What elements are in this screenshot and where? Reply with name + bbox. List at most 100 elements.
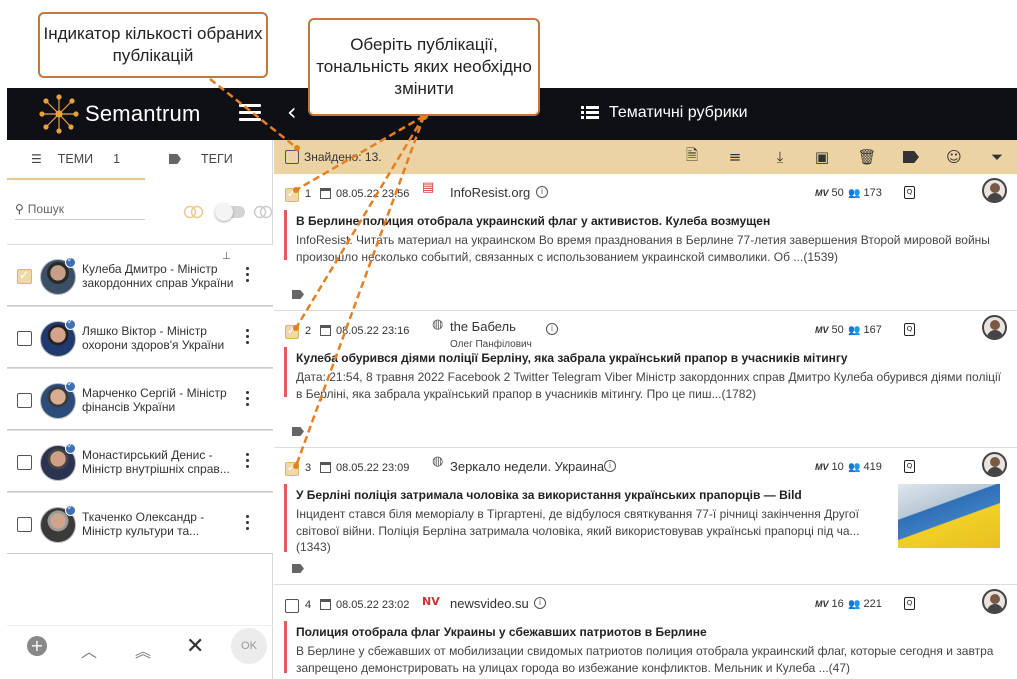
chevron-left-icon[interactable]: ‹ bbox=[287, 98, 297, 126]
topic-checkbox[interactable] bbox=[17, 517, 32, 532]
publication-date: 08.05.22 23:16 bbox=[336, 325, 410, 337]
more-icon[interactable] bbox=[243, 267, 251, 285]
calendar-icon bbox=[320, 599, 331, 610]
publications-panel: Знайдено: 13. 🗎 ≡ ⤓ ▣ 🗑 ☺ ⏷ 1 08.05.22 2… bbox=[274, 140, 1017, 679]
save-icon[interactable]: ▣ bbox=[812, 147, 832, 167]
topic-item[interactable]: Ляшко Віктор - Міністр охорони здоров'я … bbox=[7, 306, 273, 368]
add-icon[interactable]: + bbox=[27, 636, 47, 656]
source-name[interactable]: InfoResist.org bbox=[450, 185, 530, 200]
sentiment-bar bbox=[284, 484, 287, 552]
source-name[interactable]: newsvideo.su bbox=[450, 596, 529, 611]
publication-title[interactable]: У Берліні поліція затримала чоловіка за … bbox=[296, 488, 802, 502]
topic-item[interactable]: Ткаченко Олександр - Міністр культури та… bbox=[7, 492, 273, 554]
audience-value: 👥 419 bbox=[848, 461, 882, 473]
publication-card[interactable]: 4 08.05.22 23:02 NV newsvideo.su i MV 16 … bbox=[274, 585, 1017, 679]
publication-card[interactable]: 3 08.05.22 23:09 ◍ Зеркало недели. Украи… bbox=[274, 448, 1017, 585]
more-icon[interactable] bbox=[243, 515, 251, 533]
topics-actions: + ︿ ︽ ✕ OK bbox=[7, 625, 273, 679]
publication-author: Олег Панфілович bbox=[450, 339, 532, 350]
left-tabs: ☰ ТЕМИ 1 ТЕГИ bbox=[7, 140, 273, 180]
topic-checkbox[interactable] bbox=[17, 331, 32, 346]
publication-card[interactable]: 2 08.05.22 23:16 ◍ the Бабель Олег Панфі… bbox=[274, 311, 1017, 448]
publication-checkbox[interactable] bbox=[285, 461, 299, 476]
topic-item[interactable]: Монастирський Денис - Міністр внутрішніх… bbox=[7, 430, 273, 492]
tag-icon[interactable] bbox=[292, 564, 304, 573]
publication-title[interactable]: Полиция отобрала флаг Украины у сбежавши… bbox=[296, 625, 707, 639]
sentiment-avatar[interactable] bbox=[982, 178, 1007, 203]
pin-icon[interactable]: ⊥ bbox=[222, 251, 231, 262]
hamburger-icon[interactable] bbox=[239, 104, 261, 122]
move-up-icon[interactable]: ︿ bbox=[81, 638, 97, 662]
publication-title[interactable]: В Берлине полиция отобрала украинский фл… bbox=[296, 214, 770, 228]
tag-icon[interactable] bbox=[292, 427, 304, 436]
mv-value: MV 50 bbox=[815, 187, 844, 199]
more-icon[interactable] bbox=[243, 329, 251, 347]
audience-value: 👥 173 bbox=[848, 187, 882, 199]
more-icon[interactable] bbox=[243, 391, 251, 409]
tag-icon[interactable] bbox=[292, 290, 304, 299]
mv-value: MV 10 bbox=[815, 461, 844, 473]
topic-name: Марченко Сергій - Міністр фінансів Украї… bbox=[82, 385, 227, 415]
close-icon[interactable]: ✕ bbox=[186, 634, 204, 659]
tab-topics-label: ТЕМИ bbox=[57, 152, 94, 166]
sentiment-avatar[interactable] bbox=[982, 452, 1007, 477]
sentiment-avatar[interactable] bbox=[982, 589, 1007, 614]
select-all-checkbox[interactable] bbox=[285, 150, 299, 164]
publication-title[interactable]: Кулеба обурився діями поліції Берліну, я… bbox=[296, 351, 848, 365]
publication-text: Дата: 21:54, 8 травня 2022 Facebook 2 Tw… bbox=[296, 370, 1001, 401]
source-name[interactable]: Зеркало недели. Украина bbox=[450, 459, 604, 474]
quote-icon[interactable]: Q bbox=[904, 597, 915, 610]
verified-icon bbox=[65, 441, 76, 454]
tab-topics[interactable]: ☰ ТЕМИ 1 bbox=[31, 152, 120, 166]
sentiment-bar bbox=[284, 210, 287, 260]
more-icon[interactable] bbox=[243, 453, 251, 471]
sentiment-icon[interactable]: ☺ bbox=[944, 147, 964, 167]
info-icon[interactable]: i bbox=[536, 186, 548, 198]
search-field[interactable]: ⚲ Пошук bbox=[15, 198, 145, 220]
topic-name: Ткаченко Олександр - Міністр культури та… bbox=[82, 509, 205, 539]
quote-icon[interactable]: Q bbox=[904, 186, 915, 199]
topic-checkbox[interactable] bbox=[17, 393, 32, 408]
tab-tags-label: ТЕГИ bbox=[201, 152, 233, 166]
quote-icon[interactable]: Q bbox=[904, 323, 915, 336]
source-logo-icon: NV bbox=[422, 595, 440, 608]
publication-card[interactable]: 1 08.05.22 23:56 ▤ InfoResist.org i MV50… bbox=[274, 174, 1017, 311]
publication-date: 08.05.22 23:02 bbox=[336, 599, 410, 611]
delete-icon[interactable]: 🗑 bbox=[857, 147, 877, 167]
globe-icon: ◍ bbox=[432, 317, 444, 332]
info-icon[interactable]: i bbox=[546, 323, 558, 335]
union-icon[interactable] bbox=[253, 205, 273, 219]
found-counter: Знайдено: 13. bbox=[304, 150, 382, 164]
source-name[interactable]: the Бабель bbox=[450, 319, 516, 334]
document-icon[interactable]: 🗎 bbox=[682, 146, 702, 167]
tab-tags[interactable]: ТЕГИ bbox=[169, 152, 233, 166]
publication-checkbox[interactable] bbox=[285, 187, 299, 202]
topic-checkbox[interactable] bbox=[17, 268, 32, 284]
topic-name: Кулеба Дмитро - Міністр закордонних спра… bbox=[82, 261, 234, 291]
topics-count-badge: 1 bbox=[113, 152, 121, 166]
tag-icon[interactable] bbox=[901, 147, 921, 167]
download-icon[interactable]: ⤓ bbox=[770, 147, 790, 167]
publications-toolbar: Знайдено: 13. 🗎 ≡ ⤓ ▣ 🗑 ☺ ⏷ bbox=[274, 140, 1017, 174]
filter-toggle[interactable] bbox=[215, 203, 245, 221]
section-title[interactable]: Тематичні рубрики bbox=[581, 104, 748, 122]
publication-checkbox[interactable] bbox=[285, 599, 299, 613]
topic-item[interactable]: Марченко Сергій - Міністр фінансів Украї… bbox=[7, 368, 273, 430]
filter-icon[interactable]: ⏷ bbox=[987, 147, 1007, 167]
publication-checkbox[interactable] bbox=[285, 324, 299, 339]
publication-thumbnail[interactable] bbox=[898, 484, 1000, 548]
intersect-icon[interactable] bbox=[183, 205, 205, 219]
sentiment-avatar[interactable] bbox=[982, 315, 1007, 340]
tag-icon bbox=[169, 154, 181, 164]
publication-date: 08.05.22 23:09 bbox=[336, 462, 410, 474]
topic-item[interactable]: Кулеба Дмитро - Міністр закордонних спра… bbox=[7, 244, 273, 306]
brand-name: Semantrum bbox=[85, 101, 201, 126]
text-lines-icon[interactable]: ≡ bbox=[725, 147, 745, 167]
info-icon[interactable]: i bbox=[534, 597, 546, 609]
publication-text: Інцидент стався біля меморіалу в Тіргарт… bbox=[296, 507, 860, 554]
quote-icon[interactable]: Q bbox=[904, 460, 915, 473]
move-top-icon[interactable]: ︽ bbox=[135, 638, 151, 662]
info-icon[interactable]: i bbox=[604, 460, 616, 472]
ok-button[interactable]: OK bbox=[231, 628, 267, 664]
topic-checkbox[interactable] bbox=[17, 455, 32, 470]
